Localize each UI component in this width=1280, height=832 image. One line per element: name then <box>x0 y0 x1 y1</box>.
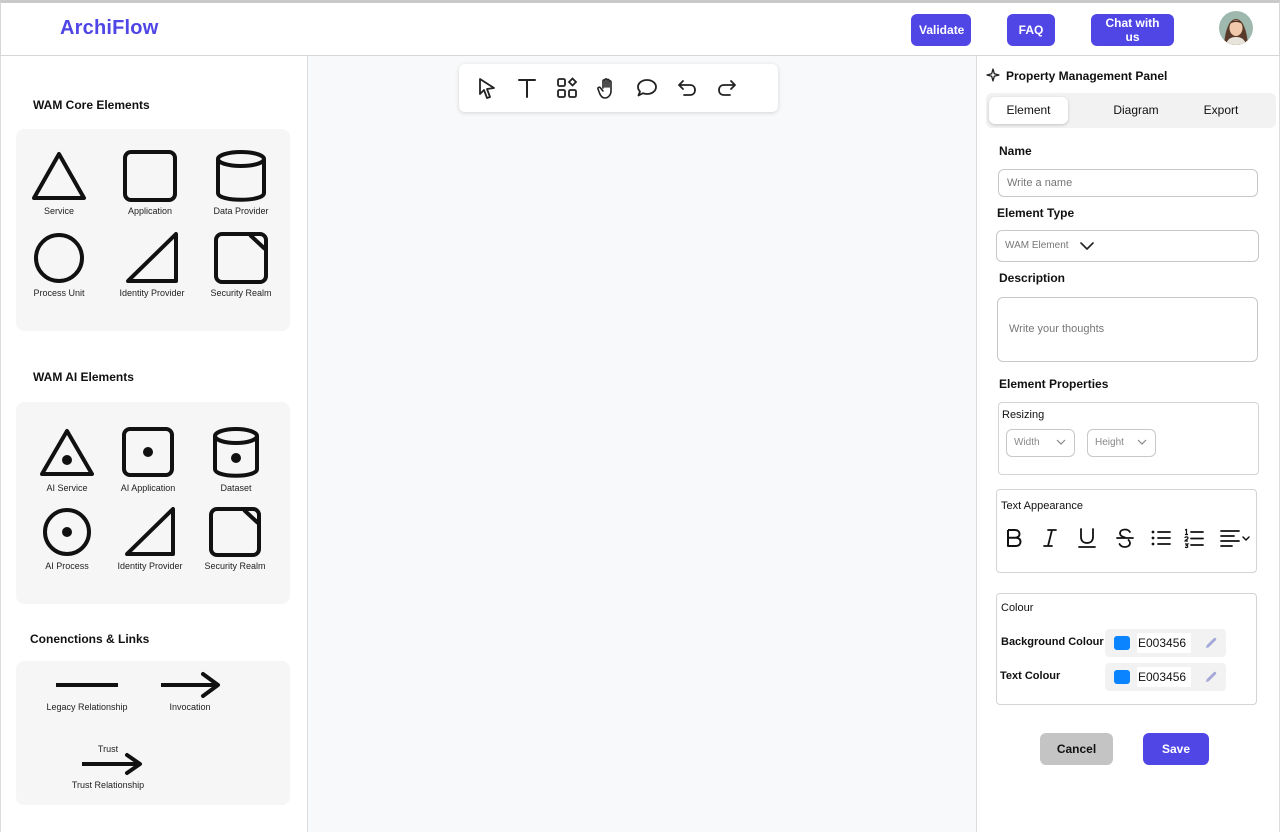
arrow-right-icon <box>82 753 142 775</box>
element-ai-service[interactable]: AI Service <box>22 426 112 493</box>
canvas-toolbar <box>459 64 778 112</box>
element-ai-identity-provider[interactable]: Identity Provider <box>105 506 195 571</box>
chevron-down-icon <box>1080 242 1094 250</box>
user-avatar[interactable] <box>1219 11 1253 45</box>
element-data-provider[interactable]: Data Provider <box>196 149 286 216</box>
connections-title: Conenctions & Links <box>30 632 150 646</box>
cancel-button[interactable]: Cancel <box>1040 733 1113 765</box>
tab-export[interactable]: Export <box>1186 97 1256 124</box>
width-select[interactable]: Width <box>1006 429 1075 457</box>
ai-elements-title: WAM AI Elements <box>33 370 134 384</box>
description-label: Description <box>999 271 1066 285</box>
diagram-canvas[interactable] <box>308 56 976 832</box>
bold-icon[interactable] <box>1002 526 1026 550</box>
triangle-dot-icon <box>40 429 94 476</box>
sparkle-icon <box>986 68 1000 82</box>
pencil-icon[interactable] <box>1204 636 1218 650</box>
underline-icon[interactable] <box>1075 526 1099 550</box>
save-button[interactable]: Save <box>1143 733 1209 765</box>
panel-tabs: Element Diagram Export <box>986 93 1276 128</box>
background-colour-swatch[interactable] <box>1114 636 1130 650</box>
ai-elements-card: AI Service AI Application Dataset AI Pro… <box>16 402 290 604</box>
element-type-select[interactable]: WAM Element <box>996 230 1259 262</box>
top-header: ArchiFlow Validate FAQ Chat with us <box>0 0 1280 56</box>
cylinder-dot-icon <box>213 427 259 478</box>
element-application[interactable]: Application <box>105 149 195 216</box>
circle-icon <box>34 233 84 283</box>
colour-title: Colour <box>1001 602 1034 614</box>
align-left-icon[interactable] <box>1218 526 1254 550</box>
resizing-title: Resizing <box>1002 409 1045 421</box>
element-library-sidebar: WAM Core Elements Service Application Da… <box>0 56 308 832</box>
line-icon <box>56 683 118 687</box>
element-type-label: Element Type <box>997 206 1075 220</box>
undo-icon[interactable] <box>675 76 699 100</box>
italic-icon[interactable] <box>1038 526 1062 550</box>
text-colour-picker[interactable]: E003456 <box>1105 663 1226 691</box>
square-icon <box>123 150 177 202</box>
comment-icon[interactable] <box>635 76 659 100</box>
text-icon[interactable] <box>515 76 539 100</box>
panel-title: Property Management Panel <box>1006 69 1168 83</box>
redo-icon[interactable] <box>715 76 739 100</box>
validate-button[interactable]: Validate <box>911 14 971 46</box>
faq-button[interactable]: FAQ <box>1007 14 1055 46</box>
element-ai-process[interactable]: AI Process <box>22 506 112 571</box>
element-properties-label: Element Properties <box>999 377 1109 391</box>
name-label: Name <box>999 144 1032 158</box>
height-select[interactable]: Height <box>1087 429 1156 457</box>
description-textarea[interactable] <box>997 297 1258 362</box>
numbered-list-icon[interactable] <box>1182 526 1206 550</box>
resizing-box: Resizing Width Height <box>998 402 1259 475</box>
folded-square-icon <box>209 507 261 557</box>
pencil-icon[interactable] <box>1204 670 1218 684</box>
app-logo[interactable]: ArchiFlow <box>60 17 158 40</box>
text-colour-swatch[interactable] <box>1114 670 1130 684</box>
colour-box: Colour Background Colour E003456 Text Co… <box>996 593 1257 705</box>
text-appearance-title: Text Appearance <box>1001 500 1083 512</box>
core-elements-card: Service Application Data Provider Proces… <box>16 129 290 331</box>
element-ai-security-realm[interactable]: Security Realm <box>190 506 280 571</box>
cylinder-icon <box>216 150 266 202</box>
strikethrough-icon[interactable] <box>1113 526 1137 550</box>
pointer-icon[interactable] <box>475 76 499 100</box>
element-identity-provider[interactable]: Identity Provider <box>107 231 197 298</box>
arrow-right-icon <box>161 672 220 698</box>
text-colour-label: Text Colour <box>1000 670 1061 682</box>
folded-square-icon <box>214 232 268 284</box>
right-triangle-icon <box>126 232 178 283</box>
link-legacy-relationship[interactable]: Legacy Relationship <box>42 671 132 712</box>
link-trust-relationship[interactable]: Trust Trust Relationship <box>63 744 153 790</box>
element-process-unit[interactable]: Process Unit <box>14 231 104 298</box>
element-type-value: WAM Element <box>1005 240 1069 251</box>
bullet-list-icon[interactable] <box>1149 526 1173 550</box>
background-colour-picker[interactable]: E003456 <box>1105 629 1226 657</box>
element-dataset[interactable]: Dataset <box>191 426 281 493</box>
text-appearance-box: Text Appearance <box>996 489 1257 573</box>
hand-icon[interactable] <box>595 76 619 100</box>
chevron-down-icon <box>1137 439 1147 445</box>
triangle-icon <box>32 152 86 200</box>
connections-card: Legacy Relationship Invocation Trust Tru… <box>16 661 290 805</box>
link-invocation[interactable]: Invocation <box>145 671 235 712</box>
background-colour-value[interactable]: E003456 <box>1137 633 1191 653</box>
chat-button[interactable]: Chat with us <box>1091 14 1174 46</box>
square-dot-icon <box>122 427 174 477</box>
shapes-icon[interactable] <box>555 76 579 100</box>
background-colour-label: Background Colour <box>1001 636 1104 648</box>
core-elements-title: WAM Core Elements <box>33 98 150 112</box>
element-service[interactable]: Service <box>14 149 104 216</box>
circle-dot-icon <box>43 508 91 556</box>
element-security-realm[interactable]: Security Realm <box>196 231 286 298</box>
tab-diagram[interactable]: Diagram <box>1096 97 1176 124</box>
element-ai-application[interactable]: AI Application <box>103 426 193 493</box>
text-colour-value[interactable]: E003456 <box>1137 667 1191 687</box>
tab-element[interactable]: Element <box>989 97 1068 124</box>
name-input[interactable] <box>998 169 1258 197</box>
chevron-down-icon <box>1056 439 1066 445</box>
right-triangle-icon <box>125 507 175 556</box>
property-management-panel: Property Management Panel Element Diagra… <box>976 56 1280 832</box>
